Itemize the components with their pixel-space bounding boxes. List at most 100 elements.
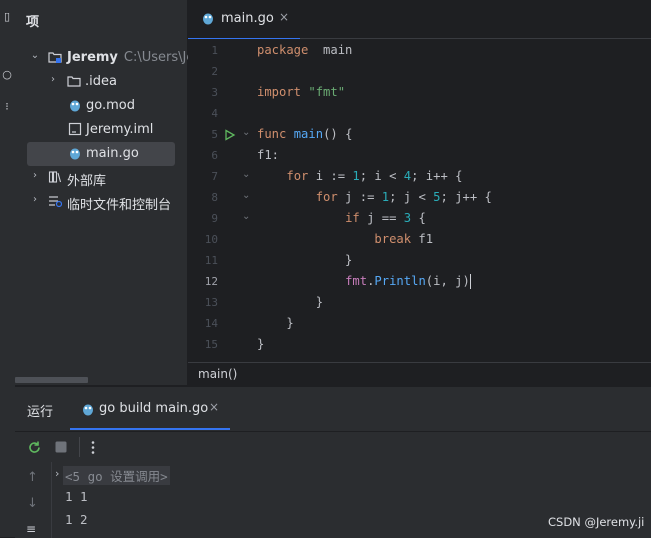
close-icon[interactable]: × [209,400,219,414]
chevron-down-icon[interactable]: ⌄ [29,50,41,61]
line-number: 4 [211,107,218,120]
structure-tool-icon[interactable]: ⁝ [0,100,14,113]
run-config-tab[interactable]: go build main.go × [70,392,230,430]
run-panel-title: 运行 [27,405,54,420]
code-token: "fmt" [308,85,346,99]
line-number: 7 [211,170,218,183]
code-line[interactable]: for j := 1; j < 5; j++ { [257,187,492,208]
code-editor[interactable]: package main import "fmt" func main() { f1:… [254,39,651,361]
gopher-file-icon [203,13,213,25]
code-token: ; j++ { [440,190,492,204]
tree-item-idea[interactable]: › .idea [15,70,187,94]
run-tab-label: go build main.go [99,401,209,416]
chevron-right-icon[interactable]: › [29,194,41,205]
code-token: ; i++ { [411,169,463,183]
project-tool-icon[interactable]: ▯ [0,10,14,23]
stop-icon[interactable] [55,441,67,453]
code-line[interactable]: for i := 1; i < 4; i++ { [257,166,463,187]
line-number: 12 [204,275,218,288]
tree-item-label: Jeremy.iml [86,122,154,137]
more-options-icon[interactable] [89,440,97,455]
tree-item-label: main.go [86,146,139,161]
chevron-right-icon[interactable]: › [47,74,59,85]
tree-item-jeremy[interactable]: ⌄ Jeremy C:\Users\Jer [15,46,200,70]
tree-item-jeremy-iml[interactable]: Jeremy.iml [15,118,187,142]
tab-main-go[interactable]: main.go × [188,0,300,40]
line-number: 6 [211,149,218,162]
breadcrumb-item[interactable]: main() [198,367,237,381]
code-token: 1 [352,169,360,183]
console-header[interactable]: <5 go 设置调用> [63,466,170,485]
code-line[interactable]: } [257,292,323,313]
code-token: for [315,190,338,204]
project-scrollbar[interactable] [15,377,88,383]
tree-item-go-mod[interactable]: go.mod [15,94,187,118]
code-line[interactable]: func main() { [257,124,352,145]
line-number: 8 [211,191,218,204]
line-number: 2 [211,65,218,78]
line-number: 1 [211,44,218,57]
fold-icon[interactable]: ⌄ [242,127,250,138]
chevron-right-icon[interactable]: › [55,467,59,480]
code-token: (i, j) [425,274,470,288]
code-token: main [293,127,324,141]
line-number: 13 [204,296,218,309]
console-side-toolbar: ↑ ↓ ≡ [15,462,52,538]
code-token: Println [374,274,426,288]
close-icon[interactable]: × [279,10,289,24]
text-cursor [469,274,471,289]
arrow-up-icon[interactable]: ↑ [27,470,38,485]
gopher-file-icon [70,148,80,160]
code-token: f1: [257,148,280,162]
watermark: CSDN @Jeremy.ji [548,515,645,529]
library-icon [48,171,62,183]
folder-icon [67,76,81,87]
editor-tab-bar: main.go × [188,0,651,40]
commit-tool-icon[interactable]: ○ [0,68,14,81]
code-token: () { [323,127,353,141]
tree-item-scratches[interactable]: › 临时文件和控制台 [15,190,187,214]
arrow-down-icon[interactable]: ↓ [27,496,38,511]
tree-item-external-libraries[interactable]: › 外部库 [15,166,187,190]
project-panel: 项 ⌄ Jeremy C:\Users\Jer › .idea go.mod Je… [15,0,200,385]
scratches-icon [49,196,62,208]
code-line[interactable]: } [257,250,352,271]
code-token: if [345,211,360,225]
code-token: package [257,43,309,57]
tree-item-label: .idea [85,74,117,89]
code-token: break [374,232,412,246]
soft-wrap-icon[interactable]: ≡ [26,522,36,536]
line-number: 14 [204,317,218,330]
code-line[interactable]: fmt.Println(i, j) [257,271,471,292]
code-token: f1 [411,232,434,246]
code-line[interactable]: break f1 [257,229,433,250]
tree-item-main-go[interactable]: main.go [27,142,175,166]
tree-item-label: go.mod [86,98,135,113]
fold-icon[interactable]: ⌄ [242,211,250,222]
run-gutter-icon[interactable] [224,129,236,141]
code-line[interactable]: f1: [257,145,279,166]
code-line[interactable]: package main [257,40,352,61]
code-line[interactable]: import "fmt" [257,82,345,103]
code-line[interactable]: if j == 3 { [257,208,426,229]
code-line[interactable]: } [257,334,264,355]
code-token: for [286,169,309,183]
tab-label: main.go [221,11,274,26]
code-token: main [308,43,353,57]
line-number: 5 [211,128,218,141]
code-token: { [411,211,426,225]
code-line[interactable]: } [257,313,293,334]
code-token: i := [308,169,353,183]
fold-icon[interactable]: ⌄ [242,169,250,180]
rerun-icon[interactable] [27,440,42,455]
code-token: } [257,253,353,267]
project-panel-title: 项 [26,15,40,30]
fold-icon[interactable]: ⌄ [242,190,250,201]
chevron-right-icon[interactable]: › [29,170,41,181]
